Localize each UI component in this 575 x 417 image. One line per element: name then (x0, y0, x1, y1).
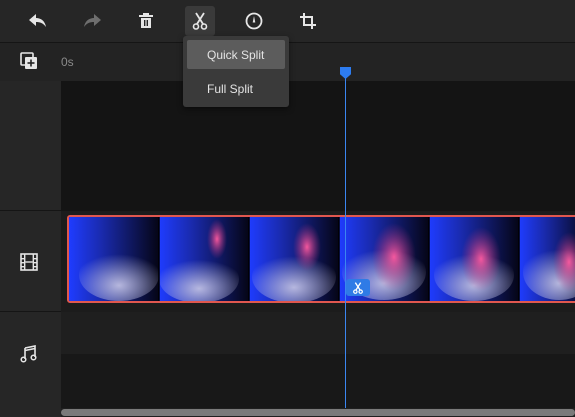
film-icon (20, 253, 38, 271)
delete-button[interactable] (131, 6, 161, 36)
track-divider (0, 311, 61, 312)
ruler-start-label: 0s (61, 55, 74, 69)
thumbnail-frame (159, 217, 249, 301)
split-menu: Quick Split Full Split (183, 36, 289, 107)
overlay-track (61, 81, 575, 211)
full-split-option[interactable]: Full Split (187, 74, 285, 103)
undo-button[interactable] (23, 6, 53, 36)
thumbnail-frame (519, 217, 575, 301)
speed-button[interactable] (239, 6, 269, 36)
track-header-column (0, 81, 61, 417)
redo-button[interactable] (77, 6, 107, 36)
split-button[interactable] (185, 6, 215, 36)
clip-thumbnails (69, 217, 575, 301)
speed-icon (245, 12, 263, 30)
music-note-icon (20, 345, 37, 363)
audio-track (61, 312, 575, 354)
audio-track-header (20, 345, 38, 368)
add-track-button[interactable] (20, 52, 38, 75)
playhead-line[interactable] (345, 78, 346, 417)
thumbnail-frame (429, 217, 519, 301)
redo-icon (84, 14, 101, 27)
thumbnail-frame (69, 217, 159, 301)
crop-button[interactable] (293, 6, 323, 36)
scissors-icon (192, 12, 208, 30)
crop-icon (300, 13, 316, 29)
quick-split-option[interactable]: Quick Split (187, 40, 285, 69)
thumbnail-frame (249, 217, 339, 301)
video-track-header (20, 253, 38, 276)
undo-icon (29, 14, 46, 27)
horizontal-scrollbar-thumb[interactable] (61, 409, 575, 416)
delete-icon (139, 13, 153, 28)
add-track-icon (20, 52, 37, 69)
empty-track (61, 354, 575, 408)
video-clip[interactable] (67, 215, 575, 303)
split-marker[interactable] (346, 279, 370, 296)
track-divider (0, 210, 61, 211)
scissors-icon (353, 281, 363, 294)
